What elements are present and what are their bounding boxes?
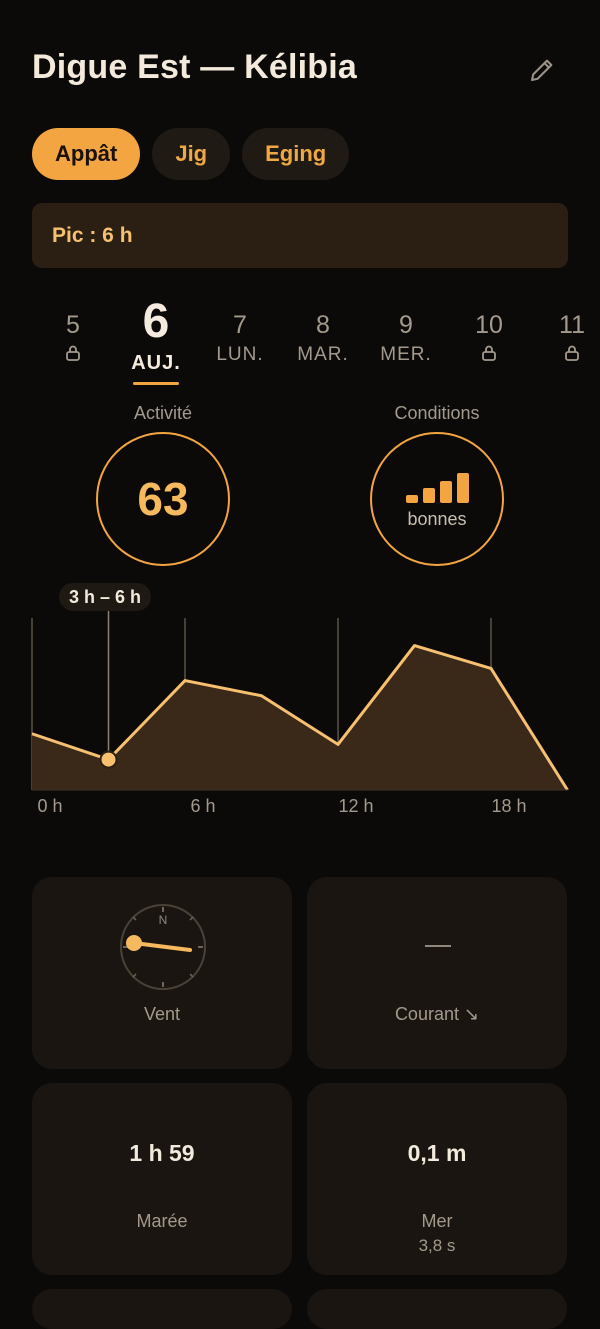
edit-button[interactable] (524, 52, 560, 88)
tab-jig[interactable]: Jig (152, 128, 231, 180)
day-item[interactable]: 9 MER. (364, 290, 448, 366)
compass-icon: N (120, 904, 206, 990)
chart-selected-point (99, 750, 118, 769)
x-tick-label: 18 h (491, 796, 526, 816)
current-card[interactable]: Courant ↘ (307, 877, 567, 1069)
current-empty-value (425, 945, 451, 947)
day-label: MER. (380, 344, 432, 365)
next-card[interactable] (32, 1289, 292, 1329)
day-item[interactable]: 11 (530, 290, 600, 366)
day-item-selected[interactable]: 6 AUJ. (114, 290, 198, 385)
day-number: 6 (142, 295, 170, 348)
header: Digue Est — Kélibia (32, 48, 568, 96)
sea-card[interactable]: 0,1 m Mer 3,8 s (307, 1083, 567, 1275)
lock-icon (482, 345, 496, 361)
x-tick-label: 12 h (338, 796, 373, 816)
day-label: LUN. (216, 344, 264, 365)
tab-appat[interactable]: Appât (32, 128, 141, 180)
day-item[interactable]: 7 LUN. (198, 290, 282, 366)
day-label: MAR. (297, 344, 349, 365)
selected-day-underline (133, 382, 179, 385)
peak-label: Pic : 6 h (52, 224, 133, 247)
wind-label: Vent (143, 1004, 181, 1024)
lock-icon (66, 345, 80, 361)
current-label: Courant ↘ (394, 1004, 480, 1024)
conditions-label: Conditions (394, 403, 480, 423)
activity-ring: 63 (96, 432, 230, 566)
day-number: 7 (233, 311, 247, 339)
activity-chart[interactable]: 0 h 6 h 12 h 18 h (0, 580, 600, 820)
day-item[interactable]: 10 (447, 290, 531, 366)
activity-label: Activité (133, 403, 193, 423)
day-item[interactable]: 5 (31, 290, 115, 366)
day-label: AUJ. (131, 352, 181, 374)
day-number: 9 (399, 311, 413, 339)
peak-banner: Pic : 6 h (32, 203, 568, 268)
x-tick-label: 6 h (190, 796, 215, 816)
next-card[interactable] (307, 1289, 567, 1329)
lock-icon (565, 345, 579, 361)
selection-range-label: 3 h – 6 h (59, 583, 152, 611)
day-number: 11 (559, 311, 585, 339)
day-number: 5 (66, 311, 80, 339)
day-item[interactable]: 8 MAR. (281, 290, 365, 366)
day-number: 10 (475, 311, 503, 339)
sea-label: Mer (421, 1211, 453, 1231)
tab-eging[interactable]: Eging (242, 128, 350, 180)
day-number: 8 (316, 311, 330, 339)
page-title: Digue Est — Kélibia (32, 48, 357, 86)
sea-value: 0,1 m (407, 1140, 467, 1166)
activity-score: 63 (137, 473, 189, 525)
day-selector: 5 6 AUJ. 7 LUN. 8 MAR. 9 MER. 10 11 (0, 290, 600, 400)
wind-card[interactable]: N Vent (32, 877, 292, 1069)
technique-tabs: Appât Jig Eging (32, 128, 350, 180)
x-tick-label: 0 h (37, 796, 62, 816)
tide-label: Marée (136, 1211, 188, 1231)
tide-card[interactable]: 1 h 59 Marée (32, 1083, 292, 1275)
pencil-icon (531, 59, 553, 81)
conditions-ring: bonnes (370, 432, 504, 566)
tide-value: 1 h 59 (129, 1140, 195, 1166)
svg-text:N: N (159, 913, 168, 927)
signal-bars-icon (405, 469, 469, 503)
sea-period: 3,8 s (418, 1236, 456, 1255)
conditions-value: bonnes (407, 508, 467, 529)
